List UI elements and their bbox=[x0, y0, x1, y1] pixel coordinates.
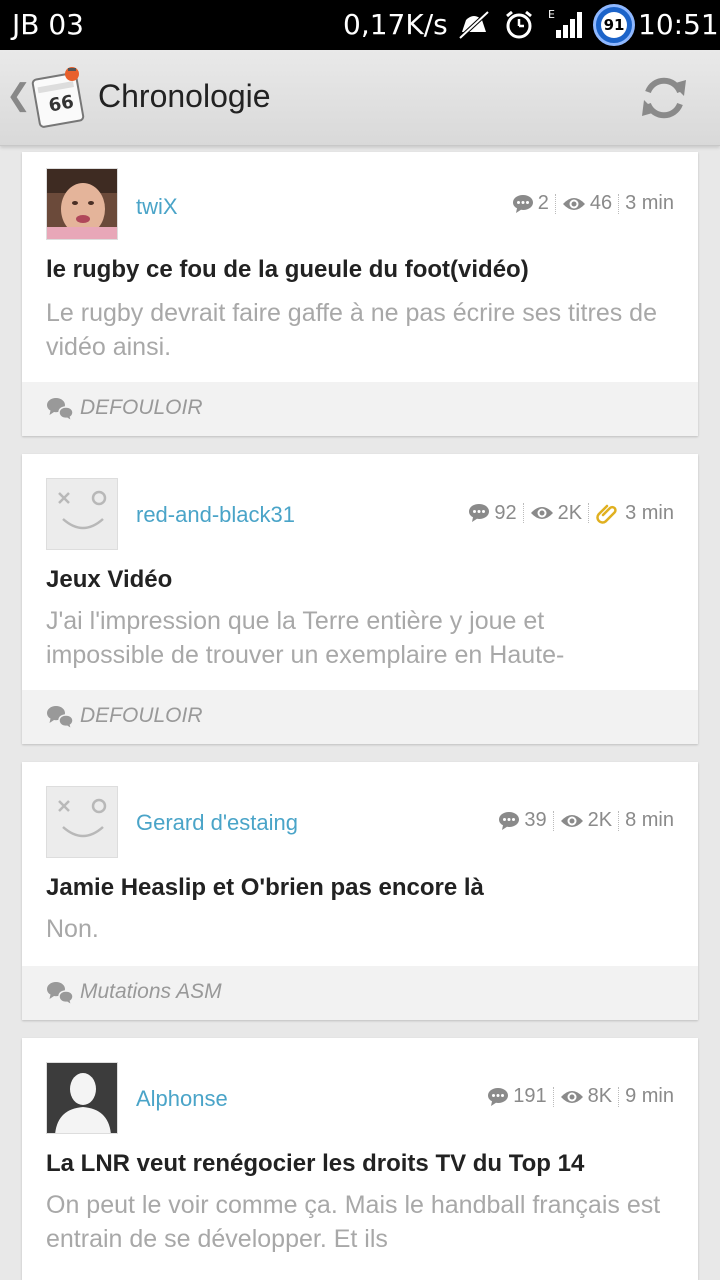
refresh-icon[interactable] bbox=[636, 70, 692, 126]
battery-icon: 91 bbox=[593, 4, 635, 46]
post-footer[interactable]: Mutations ASM bbox=[22, 966, 698, 1020]
avatar[interactable] bbox=[46, 786, 118, 858]
comment-count: 191 bbox=[513, 1085, 547, 1107]
post-card[interactable]: Gerard d'estaing 39 2K 8 min Jamie Heasl… bbox=[22, 762, 698, 1020]
post-time: 3 min bbox=[625, 501, 674, 524]
comment-icon bbox=[512, 194, 533, 213]
avatar[interactable] bbox=[46, 168, 118, 240]
post-title[interactable]: Jeux Vidéo bbox=[46, 566, 172, 594]
comment-count: 92 bbox=[494, 501, 517, 524]
signal-icon: E bbox=[548, 8, 584, 44]
comment-icon bbox=[469, 504, 490, 522]
eye-icon bbox=[560, 814, 583, 827]
post-category: DEFOULOIR bbox=[80, 704, 203, 727]
post-meta: 39 2K 8 min bbox=[498, 809, 674, 832]
svg-text:66: 66 bbox=[47, 91, 75, 116]
username[interactable]: Alphonse bbox=[136, 1086, 228, 1112]
post-meta: 191 8K 9 min bbox=[487, 1085, 674, 1108]
post-meta: 2 46 3 min bbox=[512, 192, 674, 215]
post-meta: 92 2K 3 min bbox=[468, 501, 674, 525]
clock: 10:51 bbox=[638, 8, 719, 41]
action-bar: ❮ 66 Chronologie bbox=[0, 50, 720, 146]
paperclip-icon bbox=[596, 504, 617, 524]
post-title[interactable]: le rugby ce fou de la gueule du foot(vid… bbox=[46, 256, 529, 284]
page-title: Chronologie bbox=[98, 78, 271, 114]
comment-count: 2 bbox=[537, 192, 549, 214]
forum-icon bbox=[46, 981, 74, 1011]
comment-icon bbox=[499, 811, 520, 830]
post-footer[interactable]: DEFOULOIR bbox=[22, 382, 698, 436]
post-footer[interactable]: DEFOULOIR bbox=[22, 690, 698, 744]
eye-icon bbox=[530, 507, 553, 519]
view-count: 8K bbox=[587, 1085, 613, 1107]
eye-icon bbox=[560, 1090, 583, 1103]
avatar[interactable] bbox=[46, 1062, 118, 1134]
status-bar: JB 03 0,17K/s E 91 10:51 bbox=[0, 0, 720, 50]
post-title[interactable]: La LNR veut renégocier les droits TV du … bbox=[46, 1150, 584, 1178]
view-count: 2K bbox=[557, 501, 583, 524]
post-excerpt: Le rugby devrait faire gaffe à ne pas éc… bbox=[46, 299, 657, 361]
post-category: DEFOULOIR bbox=[80, 396, 203, 419]
forum-icon bbox=[46, 705, 74, 735]
forum-icon bbox=[46, 397, 74, 427]
post-category: Mutations ASM bbox=[80, 980, 222, 1003]
post-time: 9 min bbox=[625, 1085, 674, 1107]
svg-text:E: E bbox=[548, 8, 555, 21]
comment-count: 39 bbox=[524, 809, 547, 831]
post-card[interactable]: Alphonse 191 8K 9 min La LNR veut renégo… bbox=[22, 1038, 698, 1280]
eye-icon bbox=[562, 197, 585, 210]
view-count: 46 bbox=[589, 192, 613, 214]
post-card[interactable]: twiX 2 46 3 min le rugby ce fou de la gu… bbox=[22, 152, 698, 436]
alarm-icon bbox=[504, 10, 534, 44]
battery-level: 91 bbox=[601, 12, 627, 38]
avatar[interactable] bbox=[46, 478, 118, 550]
post-title[interactable]: Jamie Heaslip et O'brien pas encore là bbox=[46, 874, 484, 902]
muted-notification-icon bbox=[458, 10, 490, 44]
post-time: 8 min bbox=[625, 809, 674, 831]
post-time: 3 min bbox=[625, 192, 674, 214]
username[interactable]: red-and-black31 bbox=[136, 502, 295, 528]
app-logo[interactable]: 66 bbox=[28, 64, 88, 130]
username[interactable]: twiX bbox=[136, 194, 178, 220]
post-excerpt: J'ai l'impression que la Terre entière y… bbox=[46, 607, 565, 669]
view-count: 2K bbox=[587, 809, 613, 831]
username[interactable]: Gerard d'estaing bbox=[136, 810, 298, 836]
post-excerpt: On peut le voir comme ça. Mais le handba… bbox=[46, 1191, 661, 1253]
network-speed: 0,17K/s bbox=[343, 8, 448, 41]
post-excerpt: Non. bbox=[46, 915, 99, 943]
carrier-label: JB 03 bbox=[12, 8, 84, 41]
comment-icon bbox=[488, 1087, 509, 1106]
post-card[interactable]: red-and-black31 92 2K 3 min Jeux Vidéo J… bbox=[22, 454, 698, 744]
